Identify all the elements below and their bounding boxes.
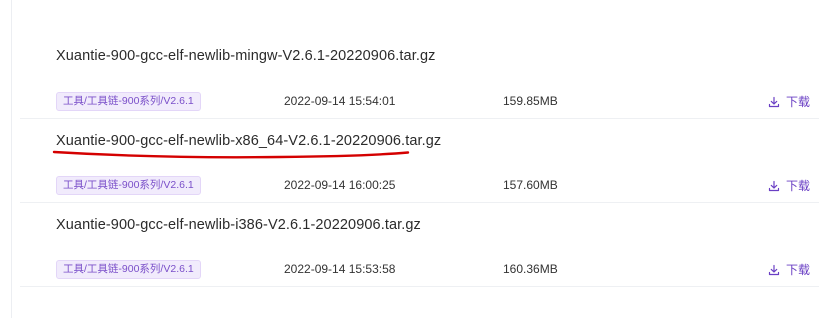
file-name[interactable]: Xuantie-900-gcc-elf-newlib-i386-V2.6.1-2… xyxy=(56,217,421,233)
file-name[interactable]: Xuantie-900-gcc-elf-newlib-x86_64-V2.6.1… xyxy=(56,133,441,149)
file-size: 159.85MB xyxy=(503,94,558,108)
download-button[interactable]: 下载 xyxy=(768,177,810,194)
upload-date: 2022-09-14 16:00:25 xyxy=(284,178,396,192)
download-icon xyxy=(768,96,780,108)
file-list-page: Xuantie-900-gcc-elf-newlib-mingw-V2.6.1-… xyxy=(0,0,831,318)
file-entry: Xuantie-900-gcc-elf-newlib-mingw-V2.6.1-… xyxy=(12,0,831,118)
category-tag[interactable]: 工具/工具链-900系列/V2.6.1 xyxy=(56,92,201,111)
file-size: 157.60MB xyxy=(503,178,558,192)
file-name[interactable]: Xuantie-900-gcc-elf-newlib-mingw-V2.6.1-… xyxy=(56,48,435,64)
category-tag[interactable]: 工具/工具链-900系列/V2.6.1 xyxy=(56,260,201,279)
file-entry: Xuantie-900-gcc-elf-newlib-i386-V2.6.1-2… xyxy=(12,202,831,286)
upload-date: 2022-09-14 15:53:58 xyxy=(284,262,396,276)
download-button[interactable]: 下载 xyxy=(768,93,810,110)
download-icon xyxy=(768,264,780,276)
download-label: 下载 xyxy=(786,95,811,109)
row-divider xyxy=(20,286,819,287)
download-label: 下载 xyxy=(786,179,811,193)
download-icon xyxy=(768,180,780,192)
category-tag[interactable]: 工具/工具链-900系列/V2.6.1 xyxy=(56,176,201,195)
download-button[interactable]: 下载 xyxy=(768,261,810,278)
file-size: 160.36MB xyxy=(503,262,558,276)
file-entry: Xuantie-900-gcc-elf-newlib-x86_64-V2.6.1… xyxy=(12,118,831,202)
upload-date: 2022-09-14 15:54:01 xyxy=(284,94,396,108)
download-label: 下载 xyxy=(786,263,811,277)
